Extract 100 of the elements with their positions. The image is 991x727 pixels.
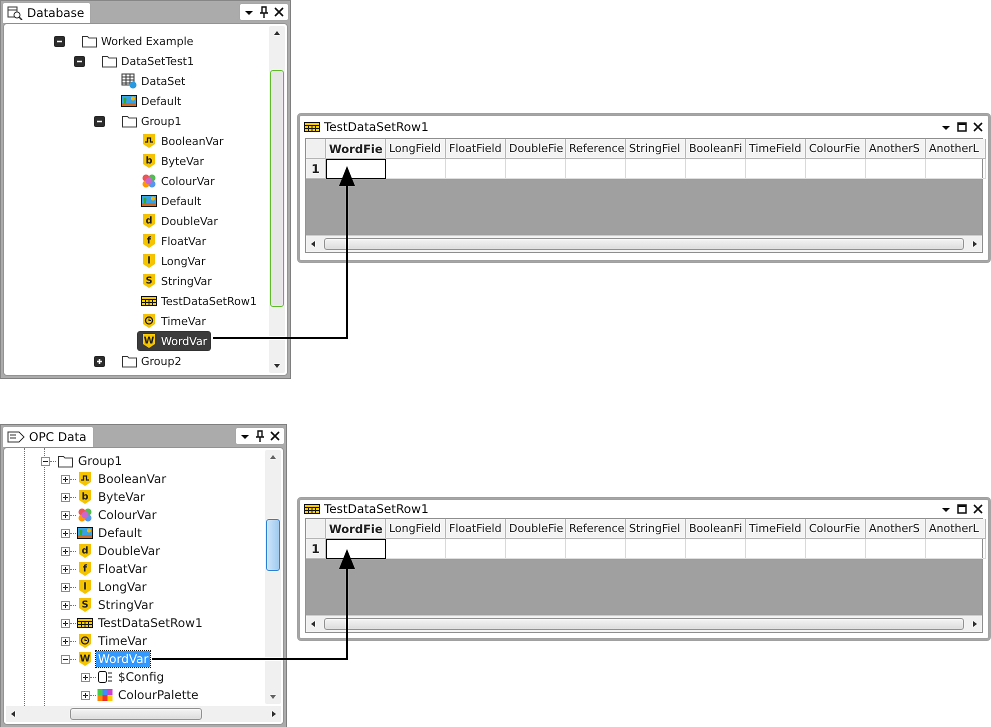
scrollbar[interactable]	[6, 706, 281, 722]
expand-toggle[interactable]	[61, 654, 70, 664]
expand-toggle[interactable]	[94, 116, 105, 126]
expand-toggle[interactable]	[61, 636, 70, 646]
table-icon	[77, 615, 93, 631]
tree-item[interactable]: Default	[137, 191, 206, 211]
table-cell[interactable]	[326, 159, 386, 179]
scroll-thumb[interactable]	[70, 708, 202, 720]
tree-item[interactable]: TimeVar	[96, 633, 149, 649]
expand-toggle[interactable]	[61, 600, 70, 610]
scroll-thumb[interactable]	[324, 618, 964, 630]
tree-item[interactable]: ColourPalette	[116, 687, 200, 703]
tree-item[interactable]: b ByteVar	[137, 151, 208, 171]
expand-toggle[interactable]	[61, 564, 70, 574]
column-header[interactable]: AnotherS	[866, 519, 926, 539]
expand-toggle[interactable]	[74, 56, 85, 66]
tree-item[interactable]: f FloatVar	[137, 231, 210, 251]
expand-toggle[interactable]	[41, 456, 50, 466]
column-header[interactable]: WordFie	[326, 139, 386, 159]
close-icon[interactable]	[972, 121, 984, 133]
column-header[interactable]: WordFie	[326, 519, 386, 539]
tree-item[interactable]: Group1	[117, 111, 186, 131]
expand-toggle[interactable]	[81, 672, 90, 682]
palette-icon	[97, 687, 113, 703]
column-header[interactable]: StringFiel	[626, 519, 686, 539]
corner-cell	[306, 139, 326, 159]
pulse-icon	[77, 471, 93, 487]
column-header[interactable]: AnotherL	[926, 139, 986, 159]
scroll-thumb[interactable]	[324, 238, 964, 250]
tree-item[interactable]: d DoubleVar	[137, 211, 222, 231]
panel-tab[interactable]: Database	[3, 3, 90, 23]
scroll-thumb[interactable]	[270, 70, 284, 307]
tree-item[interactable]: StringVar	[96, 597, 156, 613]
tree-item[interactable]: ColourVar	[137, 171, 219, 191]
close-icon[interactable]	[273, 6, 285, 18]
tree-item[interactable]: Default	[96, 525, 144, 541]
expand-toggle[interactable]	[81, 690, 90, 700]
tree-item[interactable]: $Config	[116, 669, 166, 685]
scrollbar[interactable]	[269, 26, 285, 373]
column-header[interactable]: FloatField	[446, 139, 506, 159]
tree-item[interactable]: ColourVar	[96, 507, 158, 523]
column-header[interactable]: LongField	[386, 139, 446, 159]
column-header[interactable]: TimeField	[746, 519, 806, 539]
column-header[interactable]: ColourFie	[806, 139, 866, 159]
tree-item[interactable]: Group2	[117, 351, 186, 371]
close-icon[interactable]	[972, 503, 984, 515]
column-header[interactable]: LongField	[386, 519, 446, 539]
tree-item[interactable]: W WordVar	[137, 331, 212, 351]
column-header[interactable]: BooleanFi	[686, 139, 746, 159]
scroll-thumb[interactable]	[266, 519, 280, 571]
column-header[interactable]: AnotherL	[926, 519, 986, 539]
close-icon[interactable]	[269, 430, 281, 442]
tree-item[interactable]: BooleanVar	[96, 471, 168, 487]
tree-item[interactable]: Worked Example	[77, 31, 198, 51]
expand-toggle[interactable]	[61, 618, 70, 628]
pin-icon[interactable]	[254, 430, 266, 442]
column-header[interactable]: ColourFie	[806, 519, 866, 539]
tree-item[interactable]: DataSetTest1	[97, 51, 198, 71]
column-header[interactable]: Reference	[566, 139, 626, 159]
maximize-icon[interactable]	[956, 503, 968, 515]
maximize-icon[interactable]	[956, 121, 968, 133]
tree-item[interactable]: S StringVar	[137, 271, 216, 291]
tree-item[interactable]: TestDataSetRow1	[96, 615, 205, 631]
tree-item[interactable]: DataSet	[117, 71, 190, 91]
flower-icon	[141, 173, 157, 189]
tree-item[interactable]: TestDataSetRow1	[137, 291, 261, 311]
column-header[interactable]: BooleanFi	[686, 519, 746, 539]
column-header[interactable]: FloatField	[446, 519, 506, 539]
tree-item[interactable]: TimeVar	[137, 311, 210, 331]
column-header[interactable]: AnotherS	[866, 139, 926, 159]
column-header[interactable]: Reference	[566, 519, 626, 539]
expand-toggle[interactable]	[94, 356, 105, 366]
expand-toggle[interactable]	[54, 36, 65, 46]
tree-item[interactable]: DoubleVar	[96, 543, 162, 559]
tree-item[interactable]: BooleanVar	[137, 131, 228, 151]
expand-toggle[interactable]	[61, 492, 70, 502]
scrollbar[interactable]	[306, 235, 982, 252]
tree-item[interactable]: Group1	[76, 453, 124, 469]
column-header[interactable]: StringFiel	[626, 139, 686, 159]
tree-item[interactable]: l LongVar	[137, 251, 210, 271]
letter-badge-icon: f	[141, 233, 157, 249]
expand-toggle[interactable]	[61, 546, 70, 556]
scrollbar[interactable]	[306, 615, 982, 632]
expand-toggle[interactable]	[61, 582, 70, 592]
folder-icon	[57, 453, 73, 469]
tree-item[interactable]: Default	[117, 91, 186, 111]
pin-icon[interactable]	[258, 6, 270, 18]
tree-item[interactable]: FloatVar	[96, 561, 150, 577]
panel-tab[interactable]: OPC Data	[3, 427, 93, 447]
column-header[interactable]: DoubleFie	[506, 519, 566, 539]
column-header[interactable]: DoubleFie	[506, 139, 566, 159]
expand-toggle[interactable]	[61, 528, 70, 538]
expand-toggle[interactable]	[61, 474, 70, 484]
letter-badge-icon: W	[141, 333, 157, 349]
tree-item[interactable]: LongVar	[96, 579, 149, 595]
column-header[interactable]: TimeField	[746, 139, 806, 159]
table-cell[interactable]	[326, 539, 386, 559]
scrollbar[interactable]	[265, 450, 281, 704]
tree-item[interactable]: ByteVar	[96, 489, 147, 505]
expand-toggle[interactable]	[61, 510, 70, 520]
